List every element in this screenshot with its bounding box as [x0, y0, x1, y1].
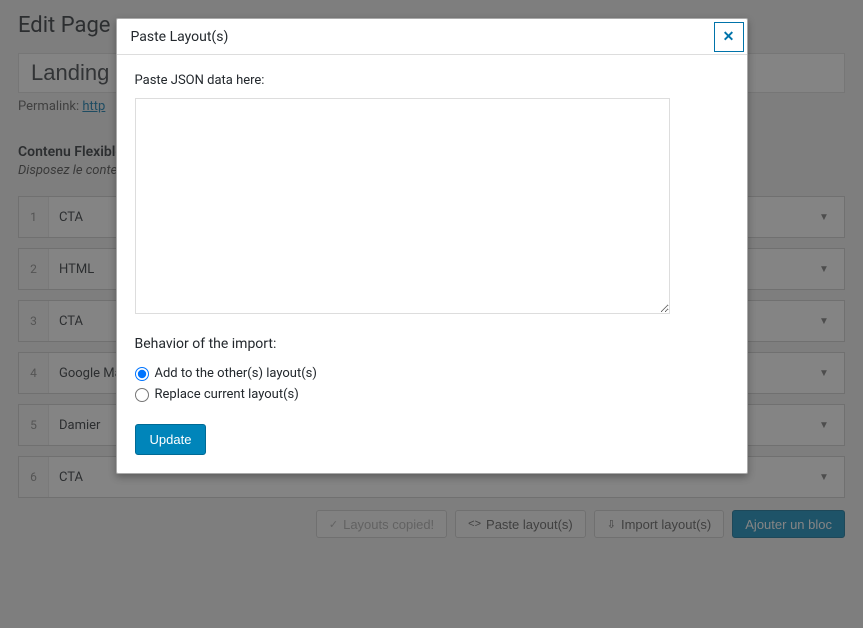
- modal-title: Paste Layout(s): [131, 29, 229, 45]
- radio-add-label: Add to the other(s) layout(s): [155, 366, 317, 381]
- behavior-title: Behavior of the import:: [135, 336, 729, 352]
- radio-replace-row[interactable]: Replace current layout(s): [135, 387, 729, 402]
- json-label: Paste JSON data here:: [135, 73, 729, 88]
- modal-header: Paste Layout(s) ✕: [117, 19, 747, 55]
- update-button[interactable]: Update: [135, 424, 207, 455]
- radio-add-row[interactable]: Add to the other(s) layout(s): [135, 366, 729, 381]
- radio-replace-label: Replace current layout(s): [155, 387, 299, 402]
- modal-body: Paste JSON data here: Behavior of the im…: [117, 55, 747, 473]
- modal-close-button[interactable]: ✕: [714, 22, 744, 52]
- close-icon: ✕: [723, 29, 735, 45]
- paste-layouts-modal: Paste Layout(s) ✕ Paste JSON data here: …: [116, 18, 748, 474]
- json-textarea[interactable]: [135, 98, 670, 314]
- radio-add[interactable]: [135, 367, 149, 381]
- modal-overlay: Paste Layout(s) ✕ Paste JSON data here: …: [0, 0, 863, 628]
- radio-replace[interactable]: [135, 388, 149, 402]
